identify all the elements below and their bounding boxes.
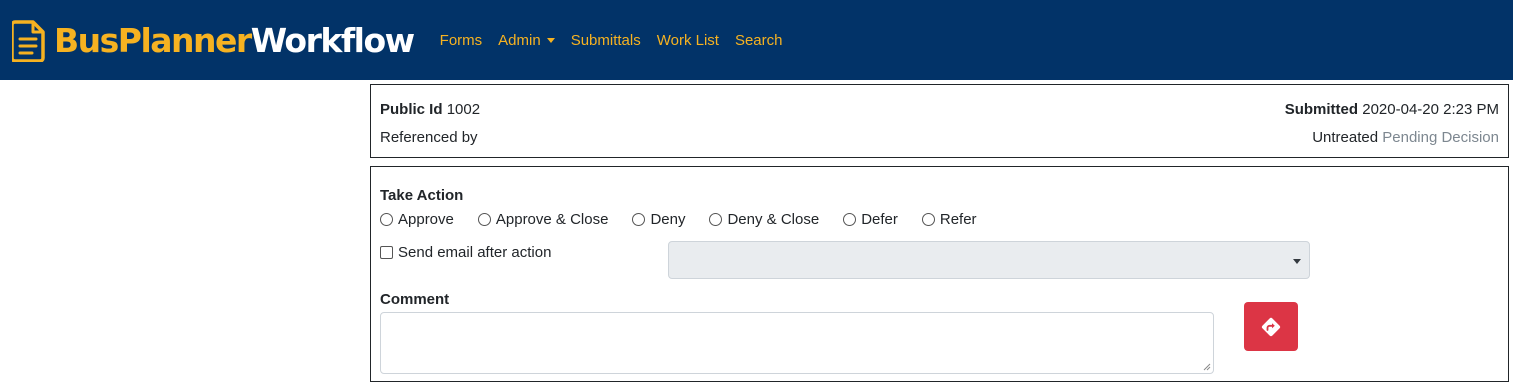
send-email-checkbox[interactable] [380, 246, 393, 259]
radio-button[interactable] [477, 213, 491, 226]
status-info: Untreated Pending Decision [1312, 129, 1499, 146]
submitted-label: Submitted [1284, 101, 1359, 118]
brand-title-part2: Workflow [250, 20, 415, 60]
nav-submittals[interactable]: Submittals [571, 32, 641, 49]
nav-admin-label: Admin [498, 31, 541, 49]
submittal-info-card: Public Id 1002 Referenced by Submitted 2… [370, 84, 1509, 158]
top-navbar: BusPlannerWorkflow Forms Admin Submittal… [0, 0, 1513, 80]
brand-title: BusPlannerWorkflow [54, 20, 415, 60]
action-radio-group: Approve Approve & Close Deny Deny & Clos… [380, 211, 1001, 228]
public-id-label: Public Id [380, 101, 443, 118]
email-template-select[interactable] [668, 241, 1310, 279]
radio-approve[interactable]: Approve [380, 211, 454, 228]
nav-work-list[interactable]: Work List [657, 32, 719, 49]
nav-links: Forms Admin Submittals Work List Search [432, 32, 783, 49]
radio-label: Deny & Close [727, 211, 820, 228]
send-email-checkbox-row[interactable]: Send email after action [380, 244, 551, 261]
take-action-title: Take Action [380, 187, 464, 204]
radio-deny[interactable]: Deny [632, 211, 685, 228]
submit-action-button[interactable] [1244, 302, 1298, 351]
nav-admin-dropdown[interactable]: Admin [498, 32, 555, 49]
referenced-by-label: Referenced by [380, 129, 478, 146]
radio-button[interactable] [380, 213, 393, 226]
comment-label: Comment [380, 291, 450, 308]
caret-down-icon [1293, 259, 1301, 264]
comment-textarea[interactable] [380, 312, 1214, 374]
brand-title-part1: BusPlanner [54, 20, 252, 60]
radio-button[interactable] [632, 213, 646, 226]
status-detail: Pending Decision [1382, 129, 1499, 146]
radio-button[interactable] [921, 213, 935, 226]
radio-button[interactable] [709, 213, 723, 226]
nav-search[interactable]: Search [735, 32, 783, 49]
public-id-value: 1002 [446, 101, 481, 118]
submitted-value: 2020-04-20 2:23 PM [1362, 101, 1499, 118]
resize-grip-icon[interactable] [1203, 363, 1211, 371]
document-icon [12, 20, 45, 62]
nav-forms[interactable]: Forms [440, 32, 483, 49]
radio-label: Refer [939, 211, 977, 228]
radio-defer[interactable]: Defer [843, 211, 898, 228]
submitted-info: Submitted 2020-04-20 2:23 PM [1285, 101, 1499, 118]
radio-deny-close[interactable]: Deny & Close [709, 211, 819, 228]
caret-down-icon [546, 38, 555, 44]
radio-button[interactable] [843, 213, 857, 226]
radio-label: Defer [861, 211, 898, 228]
public-id: Public Id 1002 [380, 101, 480, 118]
brand[interactable]: BusPlannerWorkflow [12, 18, 415, 62]
radio-label: Approve [398, 211, 454, 228]
radio-refer[interactable]: Refer [921, 211, 977, 228]
send-email-label: Send email after action [398, 244, 552, 261]
share-arrow-icon [1261, 317, 1281, 336]
radio-label: Approve & Close [495, 211, 609, 228]
radio-label: Deny [650, 211, 686, 228]
take-action-card: Take Action Approve Approve & Close Deny… [370, 166, 1509, 382]
status-text: Untreated [1312, 129, 1379, 146]
radio-approve-close[interactable]: Approve & Close [477, 211, 609, 228]
